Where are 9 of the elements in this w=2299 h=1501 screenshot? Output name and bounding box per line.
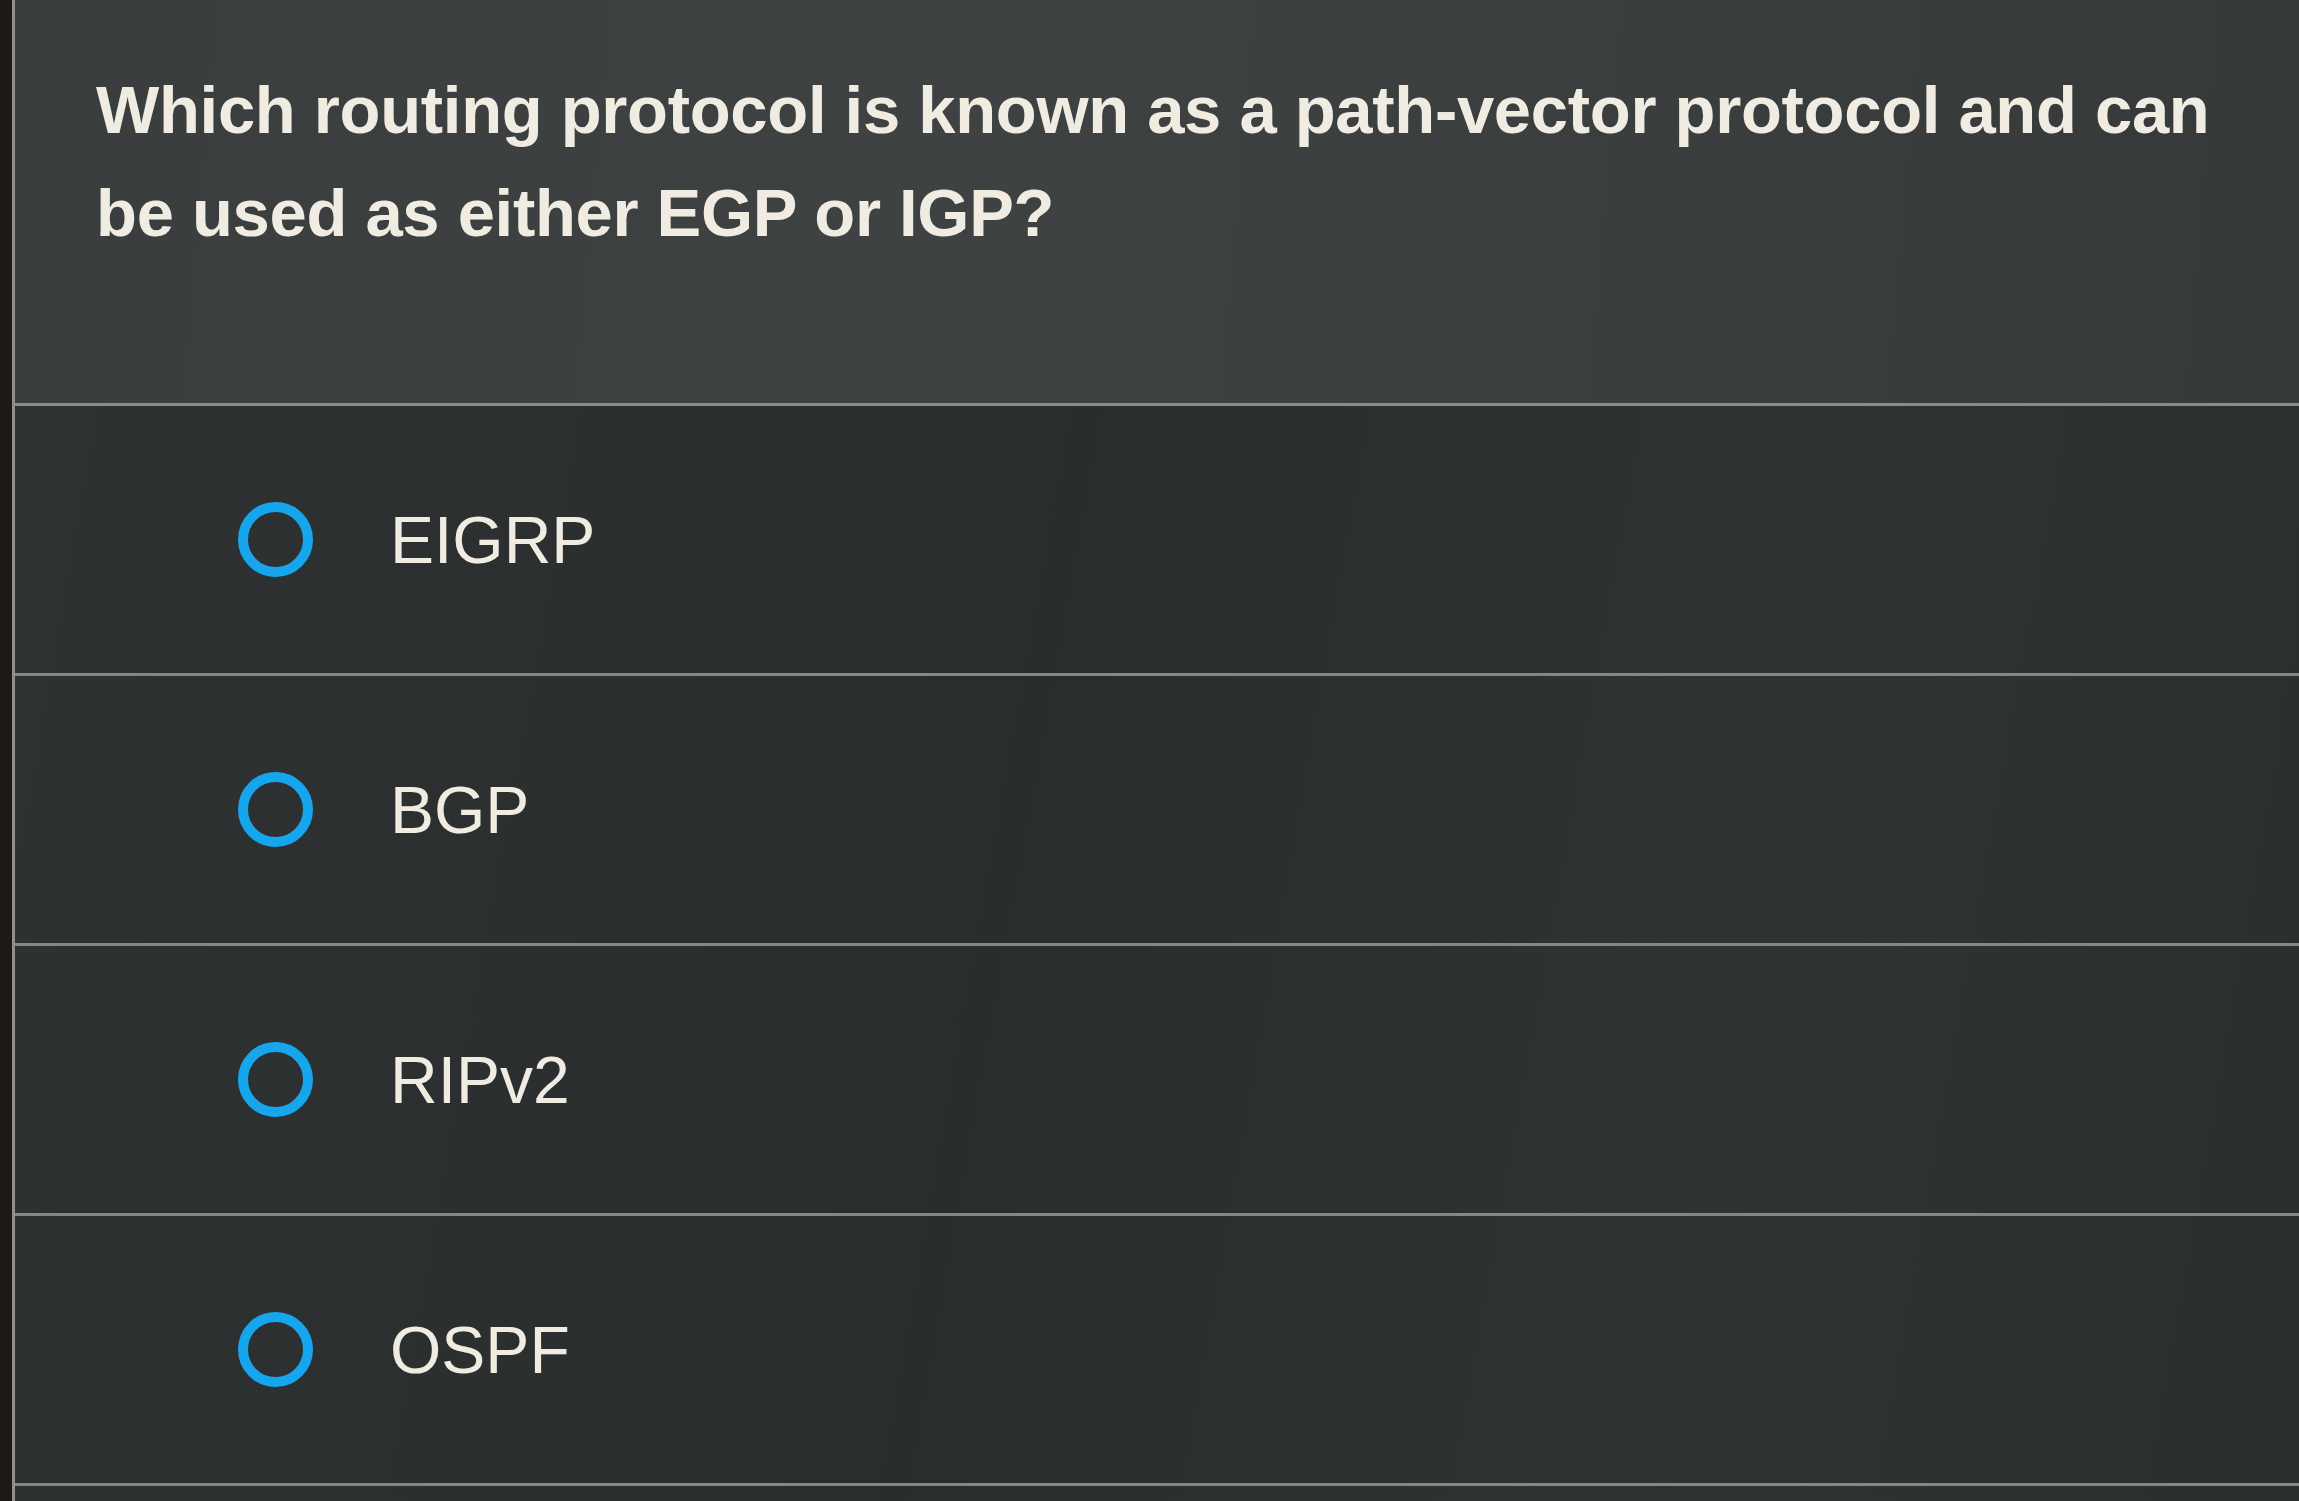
option-label: OSPF <box>390 1311 570 1389</box>
question-text: Which routing protocol is known as a path-vector protocol and can be used as either EGP or IGP? <box>96 71 2211 252</box>
radio-button[interactable] <box>238 772 313 847</box>
radio-button[interactable] <box>238 1042 313 1117</box>
option-label: BGP <box>390 771 530 849</box>
option-label: RIPv2 <box>390 1041 570 1119</box>
radio-button[interactable] <box>238 1312 313 1387</box>
radio-button[interactable] <box>238 502 313 577</box>
option-label: EIGRP <box>390 501 596 579</box>
